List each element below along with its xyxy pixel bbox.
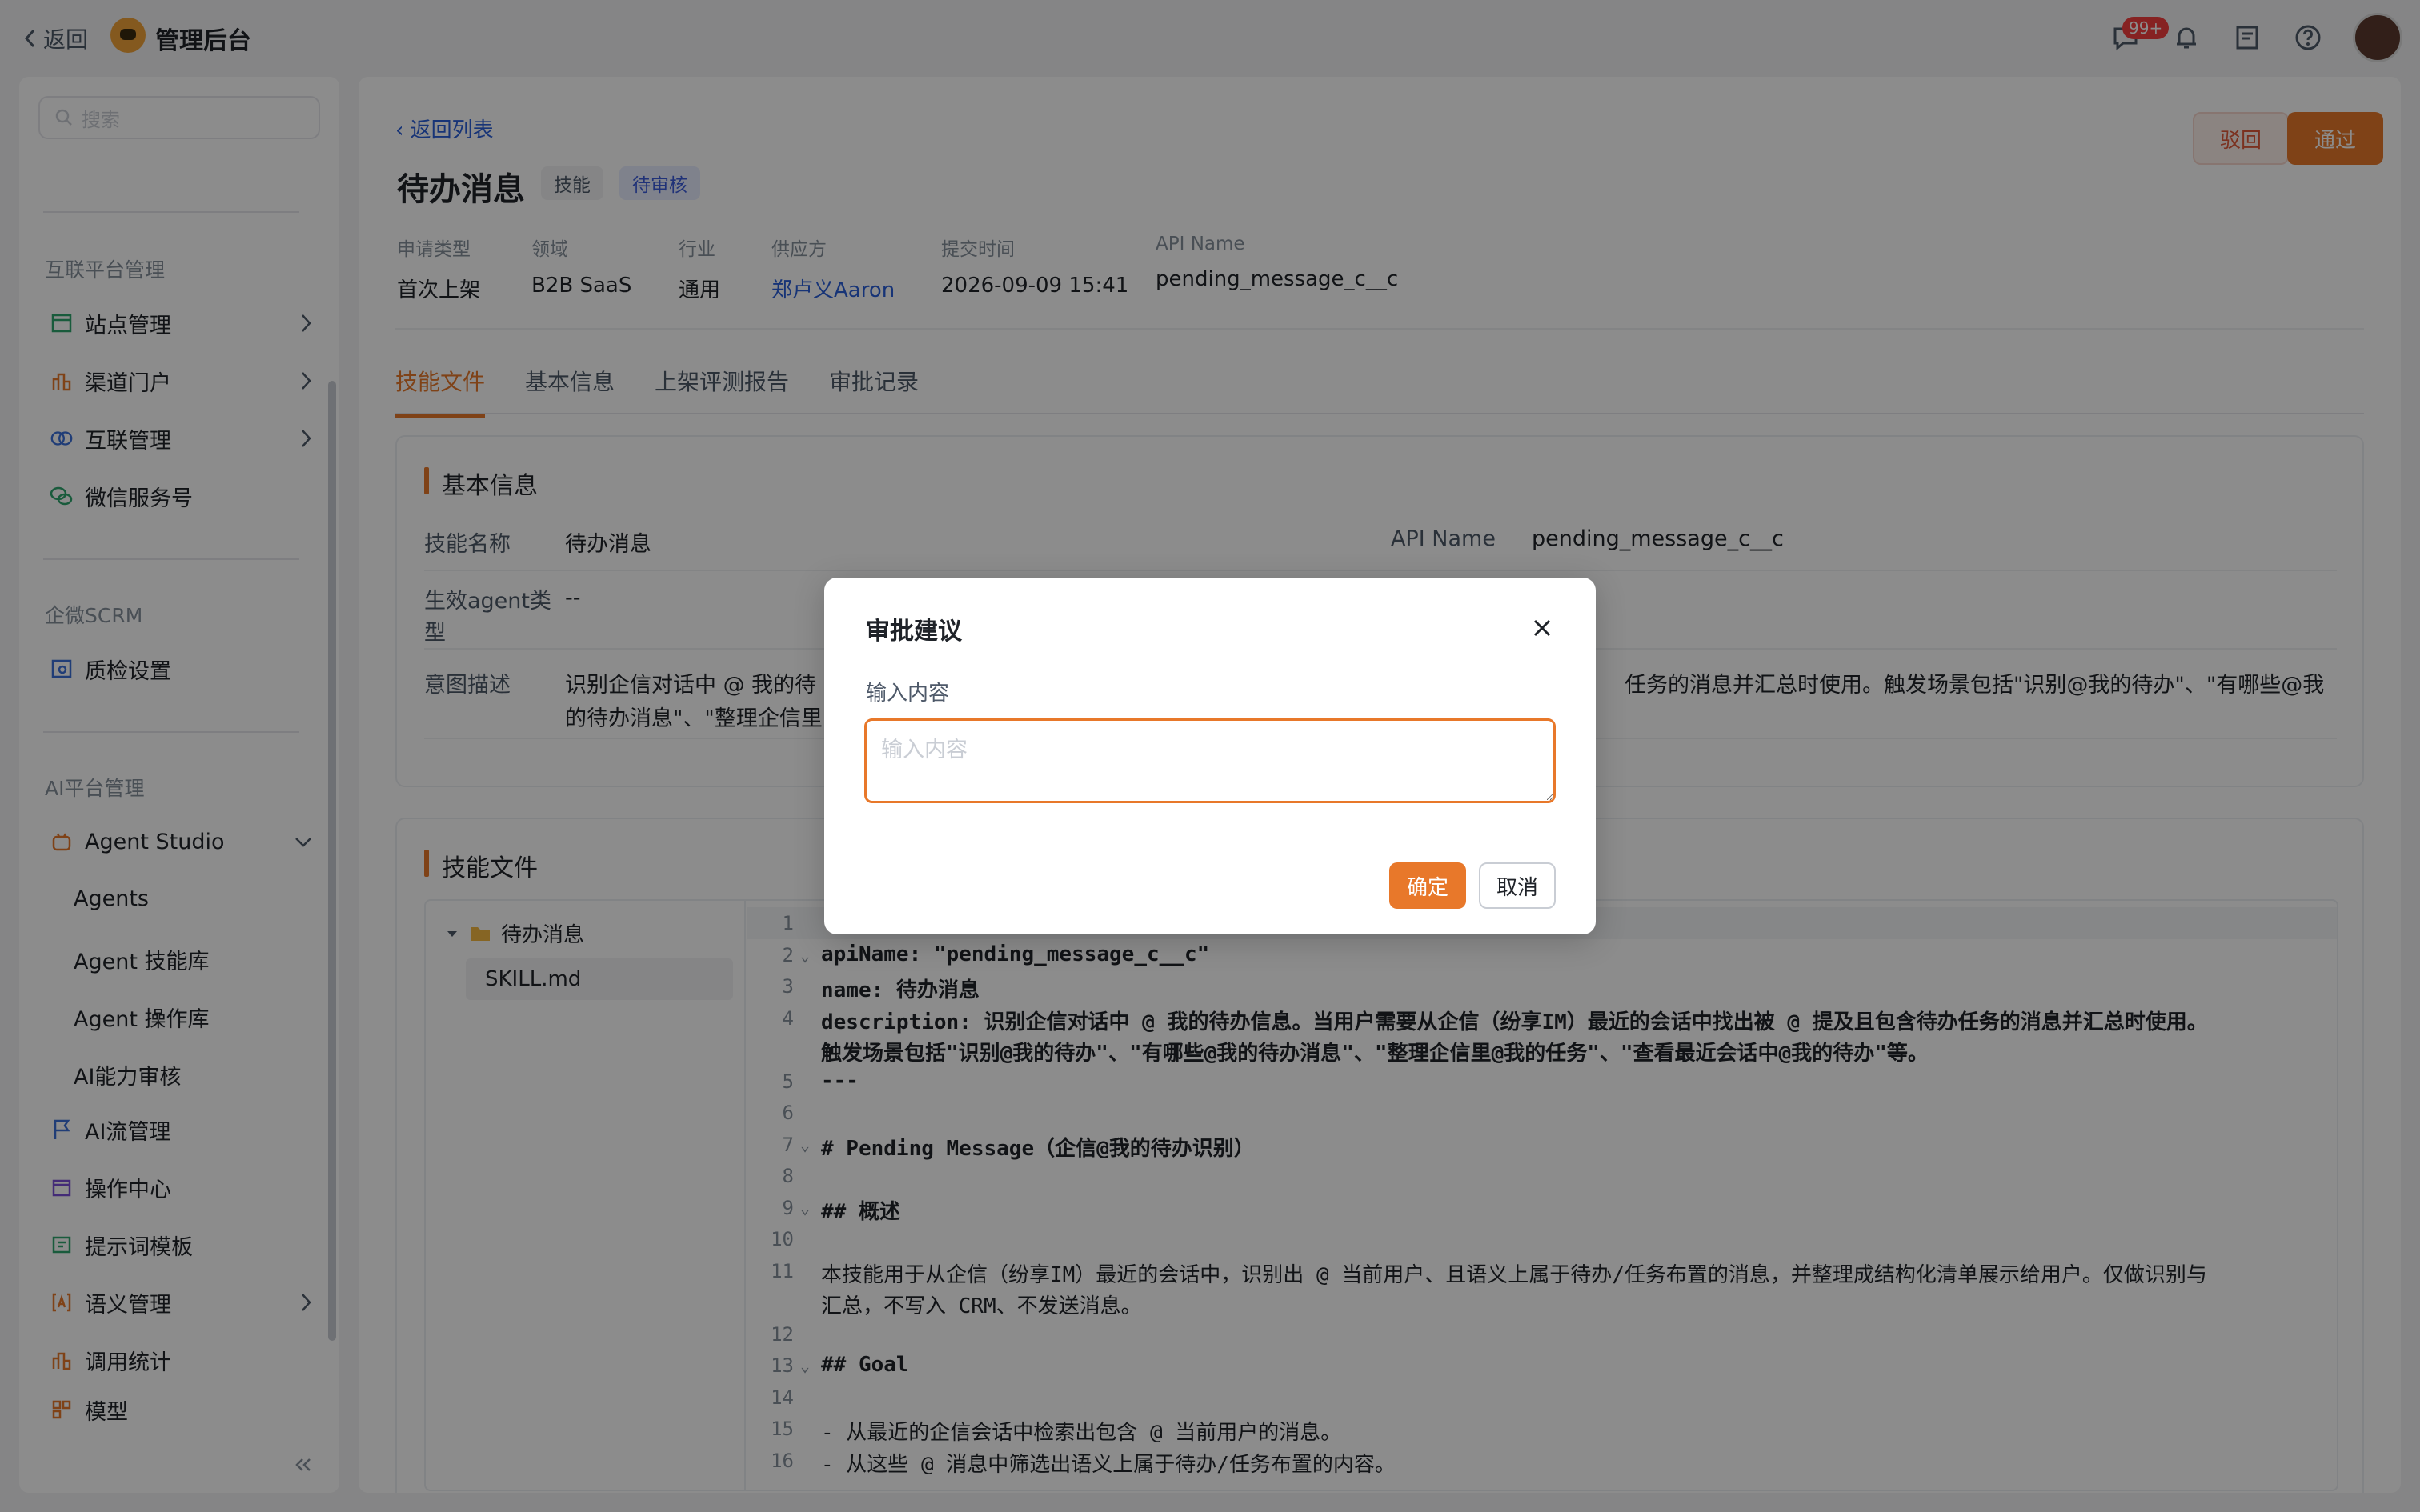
app-root: 返回 管理后台 99+ 搜索 互联平台管理 站点管理 渠道门户 互联管理 微信服… — [0, 0, 2420, 1512]
approval-dialog: 审批建议 输入内容 确定 取消 — [824, 578, 1596, 934]
comment-textarea[interactable] — [864, 718, 1556, 803]
confirm-button[interactable]: 确定 — [1389, 862, 1466, 909]
cancel-button[interactable]: 取消 — [1479, 862, 1556, 909]
close-button[interactable] — [1529, 614, 1556, 642]
input-label: 输入内容 — [866, 682, 950, 706]
close-icon — [1533, 619, 1551, 637]
dialog-title: 审批建议 — [866, 618, 962, 646]
